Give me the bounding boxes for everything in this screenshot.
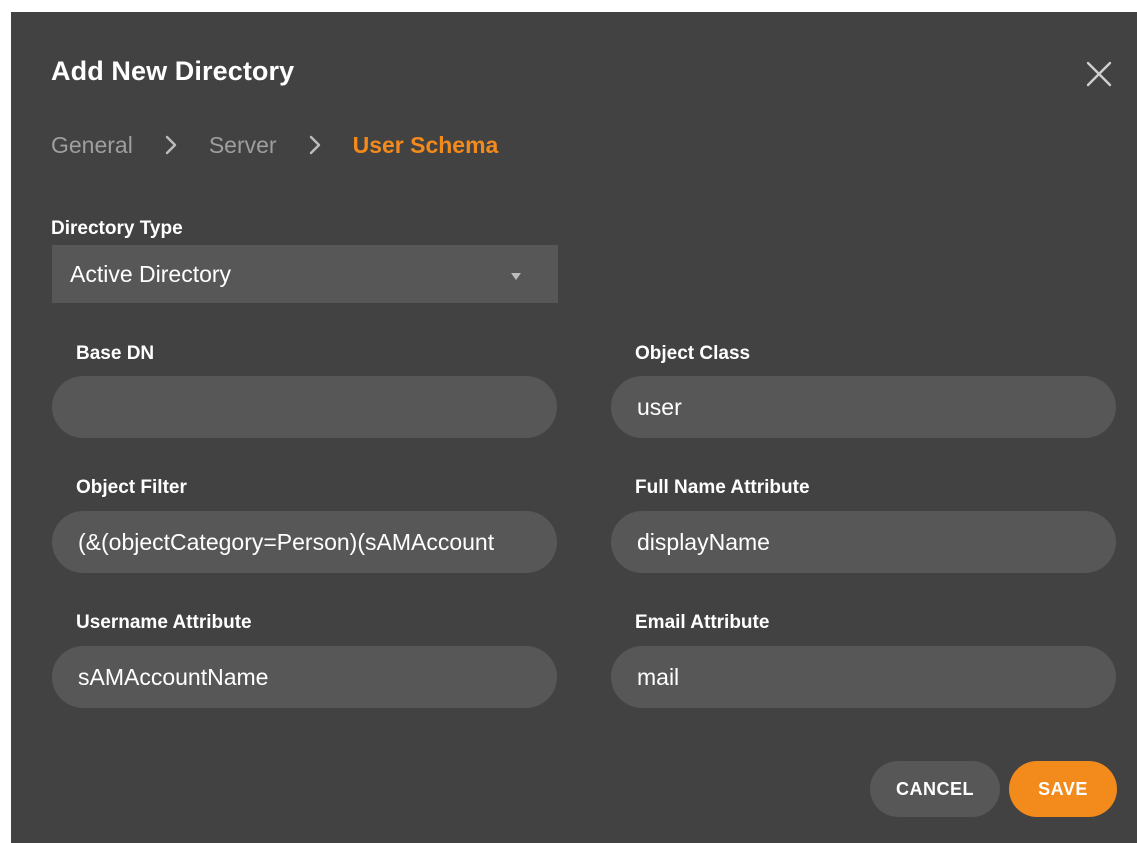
breadcrumb: General Server User Schema (51, 130, 498, 160)
breadcrumb-step-user-schema[interactable]: User Schema (353, 132, 499, 159)
chevron-right-icon (277, 134, 353, 156)
full-name-attribute-label: Full Name Attribute (635, 477, 810, 498)
breadcrumb-step-general[interactable]: General (51, 132, 133, 159)
caret-down-icon (510, 268, 522, 286)
base-dn-input[interactable] (52, 376, 557, 438)
username-attribute-label: Username Attribute (76, 612, 252, 633)
directory-type-select[interactable]: Active Directory (52, 245, 558, 303)
close-icon (1086, 61, 1112, 87)
object-class-label: Object Class (635, 343, 751, 364)
email-attribute-input[interactable]: mail (611, 646, 1116, 708)
breadcrumb-step-server[interactable]: Server (209, 132, 277, 159)
email-attribute-label: Email Attribute (635, 612, 770, 633)
close-button[interactable] (1086, 61, 1112, 87)
directory-type-label: Directory Type (51, 218, 183, 239)
full-name-attribute-input[interactable]: displayName (611, 511, 1116, 573)
add-directory-dialog: Add New Directory General Server User Sc… (11, 12, 1137, 843)
username-attribute-input[interactable]: sAMAccountName (52, 646, 557, 708)
directory-type-value: Active Directory (70, 261, 232, 287)
object-filter-input[interactable]: (&(objectCategory=Person)(sAMAccount (52, 511, 557, 573)
base-dn-label: Base DN (76, 343, 155, 364)
object-filter-label: Object Filter (76, 477, 187, 498)
object-class-input[interactable]: user (611, 376, 1116, 438)
save-button[interactable]: SAVE (1009, 761, 1117, 817)
cancel-button[interactable]: CANCEL (870, 761, 1000, 817)
chevron-right-icon (133, 134, 209, 156)
dialog-title: Add New Directory (51, 56, 295, 86)
